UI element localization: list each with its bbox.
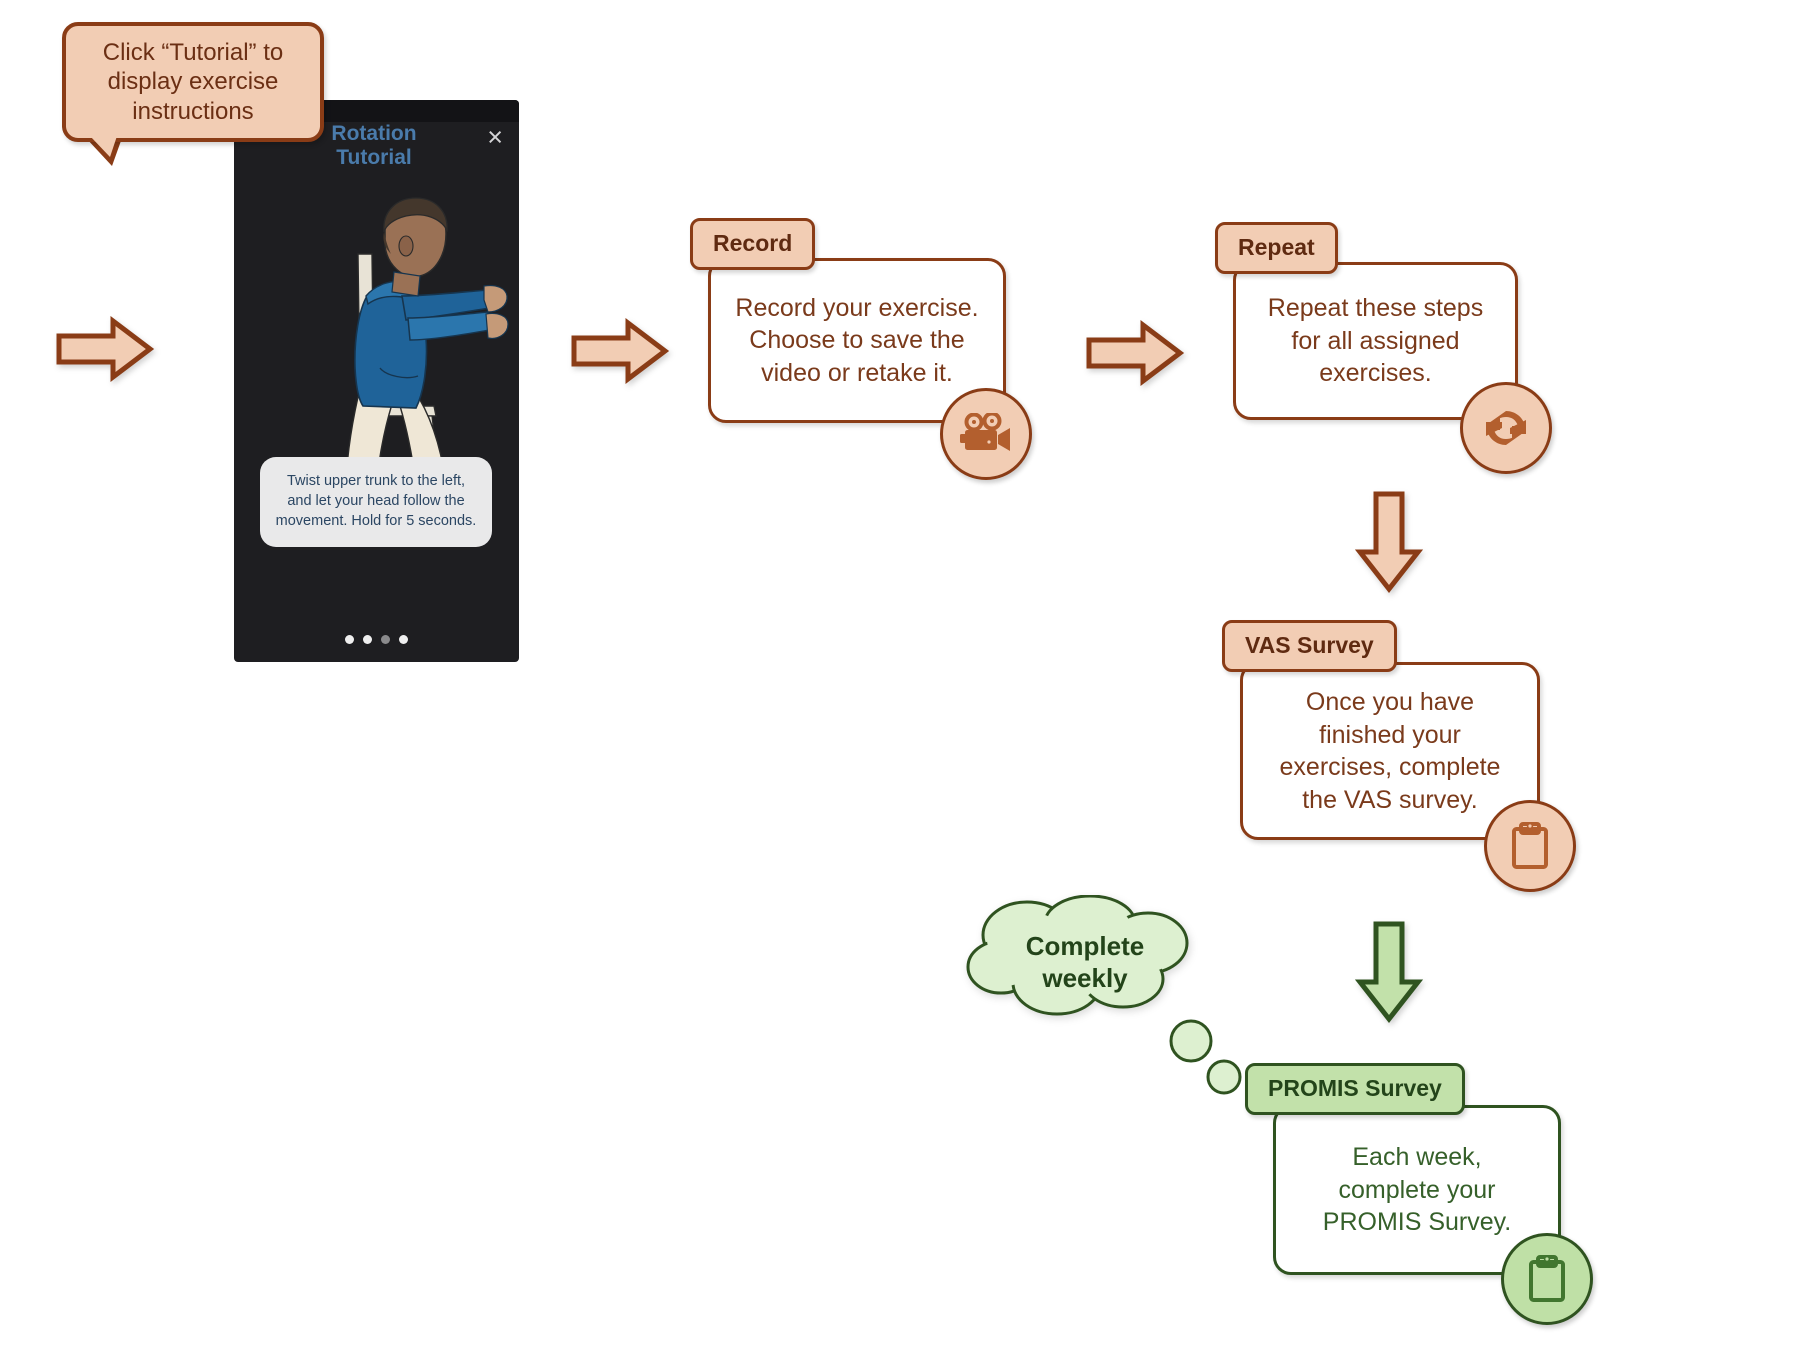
flowchart-canvas: Click “Tutorial” to display exercise ins… [0, 0, 1820, 1346]
arrow-to-tutorial [56, 316, 155, 382]
promis-card-text: Each week, complete your PROMIS Survey. [1322, 1143, 1512, 1237]
repeat-card-label-text: Repeat [1238, 234, 1315, 260]
clipboard-glyph [1529, 1255, 1565, 1302]
movie-camera-icon[interactable] [940, 388, 1032, 480]
record-card-label[interactable]: Record [690, 218, 816, 270]
repeat-card-label[interactable]: Repeat [1215, 222, 1338, 274]
thought-cloud-shape [966, 894, 1189, 1016]
arrow-to-repeat [1086, 320, 1185, 386]
arrow-to-record [571, 318, 670, 384]
movie-camera-glyph [960, 413, 1010, 451]
step-card-promis-survey: Each week, complete your PROMIS Survey. … [1245, 1063, 1593, 1325]
step-card-vas-survey: Once you have finished your exercises, c… [1222, 620, 1576, 892]
tutorial-phone-panel: Rotation Tutorial × Twist upper trunk to… [234, 100, 519, 662]
vas-card-label-text: VAS Survey [1245, 632, 1374, 658]
refresh-icon[interactable] [1460, 382, 1552, 474]
tooltip-tail-fill [90, 136, 117, 157]
complete-weekly-thought-cloud: Complete weekly [965, 894, 1205, 1030]
exercise-caption: Twist upper trunk to the left, and let y… [260, 457, 492, 547]
record-card-label-text: Record [713, 230, 793, 256]
vas-card-label[interactable]: VAS Survey [1222, 620, 1397, 672]
record-card-text: Record your exercise. Choose to save the… [735, 293, 979, 387]
thought-bubble-small [1206, 1059, 1242, 1095]
promis-card-label-text: PROMIS Survey [1268, 1075, 1442, 1101]
repeat-card-text: Repeat these steps for all assigned exer… [1267, 294, 1484, 388]
vas-card-text: Once you have finished your exercises, c… [1279, 688, 1501, 814]
page-dot[interactable] [363, 635, 372, 644]
step-card-repeat: Repeat these steps for all assigned exer… [1215, 222, 1552, 474]
page-dot[interactable] [399, 635, 408, 644]
refresh-glyph [1486, 411, 1526, 445]
promis-card-label[interactable]: PROMIS Survey [1245, 1063, 1465, 1115]
arrow-to-vas-survey [1355, 491, 1423, 594]
tutorial-tooltip-text: Click “Tutorial” to display exercise ins… [102, 39, 284, 125]
vas-card-body: Once you have finished your exercises, c… [1240, 662, 1540, 840]
clipboard-glyph [1512, 822, 1548, 869]
clipboard-icon[interactable] [1484, 800, 1576, 892]
close-icon[interactable]: × [487, 124, 503, 151]
arrow-to-promis-survey [1355, 921, 1423, 1024]
page-dot-active[interactable] [381, 635, 390, 644]
tutorial-tooltip: Click “Tutorial” to display exercise ins… [62, 22, 324, 142]
tutorial-page-dots[interactable] [234, 635, 519, 644]
clipboard-icon[interactable] [1501, 1233, 1593, 1325]
step-card-record: Record your exercise. Choose to save the… [690, 218, 1032, 480]
page-dot[interactable] [345, 635, 354, 644]
